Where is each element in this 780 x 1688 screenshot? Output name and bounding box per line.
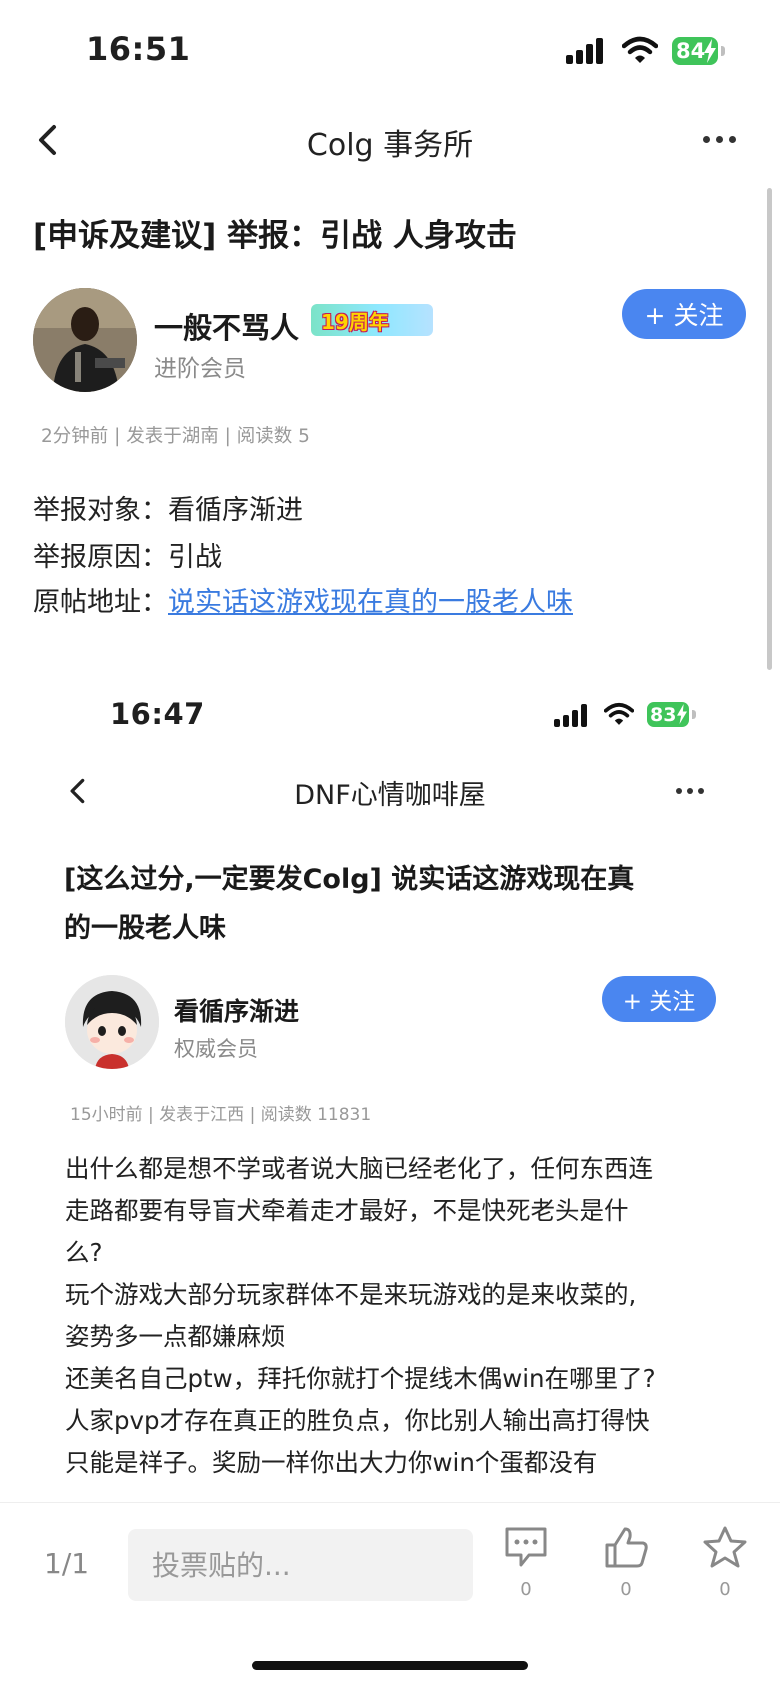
anniversary-badge: 19周年 — [311, 304, 433, 336]
report-link-label: 原帖地址： — [33, 587, 168, 618]
embedded-nav-title: DNF心情咖啡屋 — [294, 780, 486, 811]
status-time: 16:51 — [86, 30, 191, 68]
like-button[interactable]: 0 — [596, 1525, 656, 1600]
embedded-status-time: 16:47 — [110, 697, 205, 731]
report-reason-label: 举报原因： — [33, 542, 168, 573]
comment-count: 0 — [520, 1579, 532, 1600]
home-indicator[interactable] — [252, 1661, 528, 1670]
report-reason-row: 举报原因：引战 — [33, 535, 222, 574]
like-count: 0 — [620, 1579, 632, 1600]
battery-level: 84 — [676, 39, 706, 63]
report-target-value: 看循序渐进 — [168, 495, 303, 526]
favorite-button[interactable]: 0 — [695, 1525, 755, 1600]
nav-title: Colg 事务所 — [306, 128, 474, 163]
favorite-icon — [703, 1526, 747, 1568]
signal-icon — [566, 36, 606, 64]
scrollbar[interactable] — [767, 188, 772, 670]
comment-button[interactable]: 0 — [496, 1525, 556, 1600]
body-line: 姿势多一点都嫌麻烦 — [65, 1322, 286, 1351]
report-target-row: 举报对象：看循序渐进 — [33, 488, 303, 527]
more-icon[interactable] — [703, 136, 736, 143]
page-indicator[interactable]: 1/1 — [44, 1547, 89, 1580]
battery-icon: 83 — [647, 702, 696, 727]
body-line: 走路都要有导盲犬牵着走才最好，不是快死老头是什 — [65, 1196, 629, 1225]
original-post-link[interactable]: 说实话这游戏现在真的一股老人味 — [168, 587, 573, 618]
avatar[interactable] — [33, 288, 137, 392]
report-target-label: 举报对象： — [33, 495, 168, 526]
like-icon — [605, 1527, 648, 1568]
embedded-post-body: 出什么都是想不学或者说大脑已经老化了，任何东西连 走路都要有导盲犬牵着走才最好，… — [65, 1148, 725, 1484]
follow-button[interactable]: + 关注 — [622, 289, 746, 339]
body-line: 么? — [65, 1238, 103, 1267]
body-line: 只能是祥子。奖励一样你出大力你win个蛋都没有 — [65, 1448, 598, 1477]
post-title: [申诉及建议] 举报：引战 人身攻击 — [33, 218, 517, 254]
embedded-post-title-line1: [这么过分,一定要发Colg] 说实话这游戏现在真 — [64, 864, 635, 895]
status-bar: 16:51 84 — [0, 0, 780, 100]
embedded-author-name[interactable]: 看循序渐进 — [174, 992, 299, 1028]
wifi-icon — [622, 36, 658, 63]
avatar[interactable] — [65, 975, 159, 1069]
report-reason-value: 引战 — [168, 542, 222, 573]
top-nav: Colg 事务所 — [0, 104, 780, 174]
wifi-icon — [604, 702, 634, 725]
embedded-battery-level: 83 — [650, 703, 677, 726]
body-line: 出什么都是想不学或者说大脑已经老化了，任何东西连 — [65, 1154, 653, 1183]
post-meta: 2分钟前 | 发表于湖南 | 阅读数 5 — [41, 426, 310, 447]
author-name[interactable]: 一般不骂人 — [154, 305, 299, 347]
report-link-row: 原帖地址：说实话这游戏现在真的一股老人味 — [33, 580, 573, 619]
body-line: 还美名自己ptw，拜托你就打个提线木偶win在哪里了? — [65, 1364, 656, 1393]
signal-icon — [554, 703, 590, 727]
comment-icon — [505, 1527, 547, 1567]
embedded-post-meta: 15小时前 | 发表于江西 | 阅读数 11831 — [70, 1105, 372, 1125]
follow-button[interactable]: + 关注 — [602, 976, 716, 1022]
embedded-post-title-line2: 的一股老人味 — [64, 913, 226, 944]
vote-input[interactable] — [128, 1529, 473, 1601]
embedded-author-level: 权威会员 — [174, 1037, 258, 1061]
author-level: 进阶会员 — [154, 356, 246, 382]
anniversary-badge-label: 19周年 — [321, 309, 389, 334]
more-icon[interactable] — [676, 788, 704, 794]
body-line: 玩个游戏大部分玩家群体不是来玩游戏的是来收菜的, — [65, 1280, 637, 1309]
battery-icon: 84 — [672, 37, 725, 65]
body-line: 人家pvp才存在真正的胜负点，你比别人输出高打得快 — [65, 1406, 650, 1435]
favorite-count: 0 — [719, 1579, 731, 1600]
